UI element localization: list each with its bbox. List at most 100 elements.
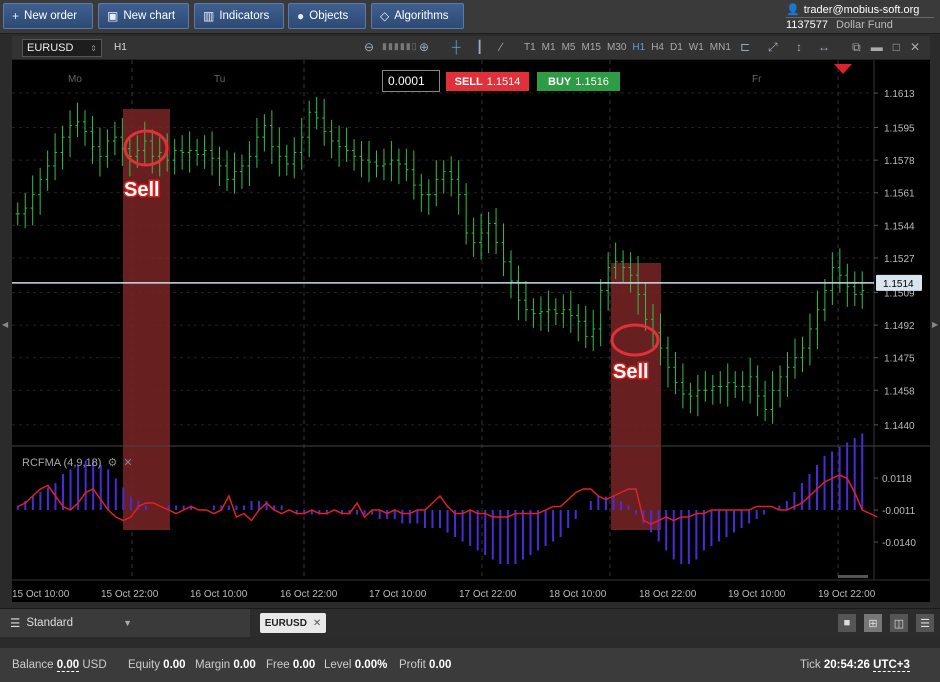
tf-mn1[interactable]: MN1 xyxy=(710,42,731,53)
objects-button[interactable]: ● Objects xyxy=(288,3,366,29)
crosshair-icon[interactable]: ⤢ xyxy=(768,40,778,55)
new-order-button[interactable]: + New order xyxy=(3,3,93,29)
layout-bar: ☰ Standard ▼ EURUSD ✕ ■ ⊞ ◫ ☰ xyxy=(0,608,940,637)
time-tick-label: 17 Oct 22:00 xyxy=(459,589,517,600)
layout-rows-icon[interactable]: ☰ xyxy=(916,614,934,632)
minimize-icon[interactable]: ▬ xyxy=(871,40,883,55)
price-tick-label: 1.1578 xyxy=(884,156,915,167)
layout-grid-icon[interactable]: ⊞ xyxy=(864,614,882,632)
margin-stat: Margin 0.00 xyxy=(195,659,256,671)
price-tick-label: 1.1492 xyxy=(884,321,915,332)
price-tick-label: 1.1527 xyxy=(884,254,915,265)
lot-size-input[interactable]: 0.0001 xyxy=(382,70,440,92)
window-controls: ⧉ ▬ □ ✕ xyxy=(852,40,920,55)
profit-stat: Profit 0.00 xyxy=(399,659,452,671)
tf-m1[interactable]: M1 xyxy=(542,42,556,53)
bar-chart-icon: ▥ xyxy=(203,9,215,23)
time-tick-label: 16 Oct 10:00 xyxy=(190,589,248,600)
tf-m15[interactable]: M15 xyxy=(581,42,600,53)
sell-annotation-1: Sell xyxy=(124,179,160,201)
scroll-handle xyxy=(838,575,868,578)
layout-single-icon[interactable]: ■ xyxy=(838,614,856,632)
layout-columns-icon[interactable]: ◫ xyxy=(890,614,908,632)
account-user: trader@mobius-soft.org xyxy=(803,3,920,16)
zoom-out-icon[interactable]: ⊖ xyxy=(364,40,374,54)
time-tick-label: 18 Oct 10:00 xyxy=(549,589,607,600)
zoom-in-icon[interactable]: ⊕ xyxy=(419,40,429,54)
timeframe-list: T1 M1 M5 M15 M30 H1 H4 D1 W1 MN1 xyxy=(524,42,731,53)
price-chart[interactable]: 1.1613 1.1595 1.1578 1.1561 1.1544 1.1527 1.15… xyxy=(12,60,930,602)
tf-m5[interactable]: M5 xyxy=(562,42,576,53)
chevron-down-icon: ▼ xyxy=(123,618,132,628)
shapes-icon: ● xyxy=(297,9,305,23)
status-bar: Balance 0.00 USD Equity 0.00 Margin 0.00… xyxy=(0,648,940,682)
price-tick-label: 1.1458 xyxy=(884,386,915,397)
tf-t1[interactable]: T1 xyxy=(524,42,536,53)
zoom-slider[interactable]: ▮▮▮▮▮▯ xyxy=(382,41,418,52)
price-tick-label: 1.1595 xyxy=(884,124,915,135)
price-tick-label: 1.1561 xyxy=(884,189,915,200)
close-icon[interactable]: ✕ xyxy=(910,40,920,55)
tf-h4[interactable]: H4 xyxy=(651,42,664,53)
right-panel-arrow-icon[interactable]: ▶ xyxy=(932,320,938,329)
tf-w1[interactable]: W1 xyxy=(689,42,704,53)
popout-icon[interactable]: ⧉ xyxy=(852,40,861,55)
spinner-icon: ⇕ xyxy=(90,43,97,53)
price-tick-label: 1.1544 xyxy=(884,221,915,232)
indicators-button[interactable]: ▥ Indicators xyxy=(194,3,284,29)
equity-stat: Equity 0.00 xyxy=(128,659,186,671)
chart-icon: ▣ xyxy=(107,9,119,23)
day-label: Mo xyxy=(68,74,82,85)
gear-icon[interactable]: ⚙ xyxy=(107,456,117,469)
buy-button[interactable]: BUY 1.1516 xyxy=(537,72,620,91)
time-tick-label: 18 Oct 22:00 xyxy=(639,589,697,600)
layout-options: ■ ⊞ ◫ ☰ xyxy=(838,614,934,632)
symbol-selector[interactable]: EURUSD ⇕ xyxy=(22,39,102,57)
tf-h1[interactable]: H1 xyxy=(632,42,645,53)
alert-marker-icon xyxy=(834,64,852,74)
new-chart-button[interactable]: ▣ New chart xyxy=(98,3,189,29)
top-toolbar: + New order ▣ New chart ▥ Indicators ● Objec… xyxy=(0,0,940,34)
time-tick-label: 17 Oct 10:00 xyxy=(369,589,427,600)
bar-type-icon[interactable]: ┼ xyxy=(452,40,461,54)
indicator-tick-label: 0.0118 xyxy=(882,474,912,485)
maximize-icon[interactable]: □ xyxy=(893,40,900,55)
close-tab-icon[interactable]: ✕ xyxy=(313,618,321,629)
candle-type-icon[interactable]: ┃ xyxy=(476,40,483,54)
account-id: 1137577 xyxy=(786,19,829,31)
time-tick-label: 19 Oct 10:00 xyxy=(728,589,786,600)
indicator-tick-label: -0.0140 xyxy=(882,538,916,549)
current-price-label: 1.1514 xyxy=(883,279,914,290)
free-stat: Free 0.00 xyxy=(266,659,316,671)
user-icon: 👤 xyxy=(786,4,800,16)
indicator-title: RCFMA (4,9,18) ⚙ ✕ xyxy=(22,456,133,470)
vertical-scale-icon[interactable]: ↕ xyxy=(796,40,802,54)
time-tick-label: 16 Oct 22:00 xyxy=(280,589,338,600)
day-label: Tu xyxy=(214,74,225,85)
algorithms-button[interactable]: ◇ Algorithms xyxy=(371,3,464,29)
account-info[interactable]: 👤 trader@mobius-soft.org 1137577 Dollar Fu… xyxy=(786,2,934,32)
workspace-selector[interactable]: ☰ Standard ▼ xyxy=(0,609,250,637)
horizontal-scale-icon[interactable]: ↔ xyxy=(818,40,830,54)
fit-icon[interactable]: ⊏ xyxy=(740,40,750,54)
tab-eurusd[interactable]: EURUSD ✕ xyxy=(260,613,326,633)
line-type-icon[interactable]: ∕ xyxy=(500,40,502,54)
tf-d1[interactable]: D1 xyxy=(670,42,683,53)
price-axis xyxy=(874,60,930,580)
time-tick-label: 15 Oct 10:00 xyxy=(12,589,70,600)
day-label: Fr xyxy=(752,74,762,85)
level-stat: Level 0.00% xyxy=(324,659,388,671)
menu-icon: ☰ xyxy=(10,618,21,630)
balance-stat: Balance 0.00 USD xyxy=(12,659,107,672)
left-panel-arrow-icon[interactable]: ◀ xyxy=(2,320,8,329)
time-tick-label: 15 Oct 22:00 xyxy=(101,589,159,600)
price-tick-label: 1.1440 xyxy=(884,421,915,432)
tf-m30[interactable]: M30 xyxy=(607,42,626,53)
price-tick-label: 1.1613 xyxy=(884,89,915,100)
remove-indicator-icon[interactable]: ✕ xyxy=(123,456,132,469)
time-tick-label: 19 Oct 22:00 xyxy=(818,589,876,600)
sell-annotation-2: Sell xyxy=(613,361,649,383)
tick-stat: Tick 20:54:26 UTC+3 xyxy=(800,659,910,672)
indicator-tick-label: -0.0011 xyxy=(882,506,916,517)
sell-button[interactable]: SELL 1.1514 xyxy=(446,72,529,91)
